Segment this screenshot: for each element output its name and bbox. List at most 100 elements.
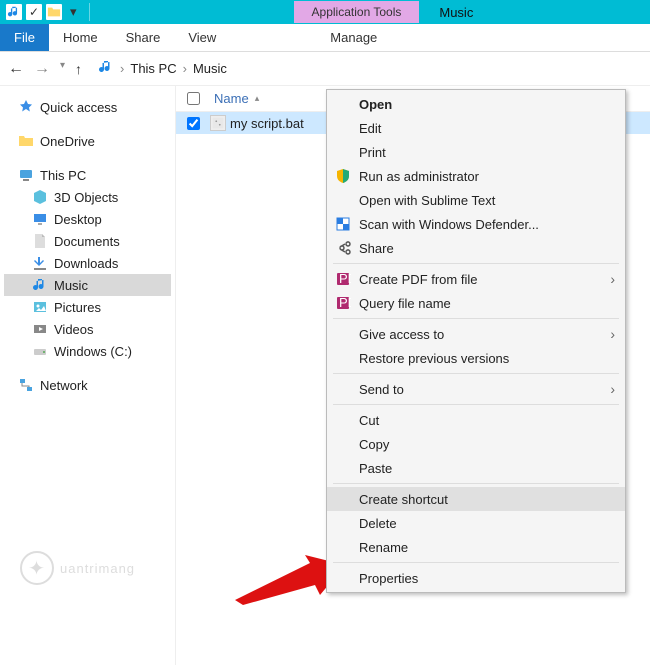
qat-dropdown-icon[interactable]: ▾ — [66, 4, 81, 20]
svg-text:PDF: PDF — [339, 271, 351, 286]
nav-arrows: ← → ▾ — [8, 60, 65, 78]
chevron-right-icon: › — [610, 326, 615, 342]
menu-query-file[interactable]: PDF Query file name — [327, 291, 625, 315]
menu-separator — [333, 404, 619, 405]
menu-separator — [333, 263, 619, 264]
tab-view[interactable]: View — [174, 24, 230, 51]
menu-properties[interactable]: Properties — [327, 566, 625, 590]
nav-videos[interactable]: Videos — [4, 318, 171, 340]
navigation-pane[interactable]: Quick access OneDrive This PC 3D Objects… — [0, 86, 175, 665]
breadcrumb[interactable]: › This PC › Music — [98, 59, 227, 78]
back-button[interactable]: ← — [8, 60, 24, 78]
bat-file-icon — [210, 115, 226, 131]
folder-icon — [18, 133, 34, 149]
chevron-right-icon: › — [610, 381, 615, 397]
network-icon — [18, 377, 34, 393]
computer-icon — [18, 167, 34, 183]
ribbon-tabs: File Home Share View Manage — [0, 24, 650, 52]
menu-open[interactable]: Open — [327, 92, 625, 116]
nav-pictures[interactable]: Pictures — [4, 296, 171, 318]
menu-cut[interactable]: Cut — [327, 408, 625, 432]
file-list-pane[interactable]: Name▴ # Title Contributing my script.bat… — [175, 86, 650, 665]
nav-label: Quick access — [40, 100, 117, 115]
nav-label: Videos — [54, 322, 94, 337]
menu-open-sublime[interactable]: Open with Sublime Text — [327, 188, 625, 212]
nav-label: 3D Objects — [54, 190, 118, 205]
up-button[interactable]: ↑ — [75, 61, 82, 77]
properties-icon[interactable]: ✓ — [26, 4, 42, 20]
context-tab-application-tools[interactable]: Application Tools — [294, 1, 420, 23]
nav-windows-c[interactable]: Windows (C:) — [4, 340, 171, 362]
download-icon — [32, 255, 48, 271]
tab-home[interactable]: Home — [49, 24, 112, 51]
menu-paste[interactable]: Paste — [327, 456, 625, 480]
tab-share[interactable]: Share — [112, 24, 175, 51]
drive-icon — [32, 343, 48, 359]
row-checkbox[interactable] — [176, 117, 210, 130]
nav-label: Music — [54, 278, 88, 293]
separator — [89, 3, 90, 21]
menu-edit[interactable]: Edit — [327, 116, 625, 140]
recent-dropdown-icon[interactable]: ▾ — [60, 60, 65, 78]
star-icon — [18, 99, 34, 115]
pictures-icon — [32, 299, 48, 315]
menu-rename[interactable]: Rename — [327, 535, 625, 559]
tab-file[interactable]: File — [0, 24, 49, 51]
menu-create-pdf[interactable]: PDF Create PDF from file › — [327, 267, 625, 291]
address-bar: ← → ▾ ↑ › This PC › Music — [0, 52, 650, 86]
defender-icon — [335, 216, 351, 232]
select-all-checkbox[interactable] — [176, 92, 210, 105]
chevron-right-icon: › — [610, 271, 615, 287]
menu-send-to[interactable]: Send to› — [327, 377, 625, 401]
forward-button: → — [34, 60, 50, 78]
chevron-right-icon[interactable]: › — [183, 61, 187, 76]
menu-print[interactable]: Print — [327, 140, 625, 164]
menu-copy[interactable]: Copy — [327, 432, 625, 456]
pdf-icon: PDF — [335, 295, 351, 311]
menu-separator — [333, 483, 619, 484]
window-title: Music — [419, 5, 473, 20]
document-icon — [32, 233, 48, 249]
breadcrumb-this-pc[interactable]: This PC — [130, 61, 176, 76]
nav-network[interactable]: Network — [4, 374, 171, 396]
videos-icon — [32, 321, 48, 337]
nav-quick-access[interactable]: Quick access — [4, 96, 171, 118]
new-folder-icon[interactable] — [46, 4, 62, 20]
file-name: my script.bat — [230, 116, 304, 131]
menu-scan-defender[interactable]: Scan with Windows Defender... — [327, 212, 625, 236]
tab-manage[interactable]: Manage — [316, 24, 391, 51]
menu-restore-previous[interactable]: Restore previous versions — [327, 346, 625, 370]
menu-separator — [333, 562, 619, 563]
content-area: Quick access OneDrive This PC 3D Objects… — [0, 86, 650, 665]
desktop-icon — [32, 211, 48, 227]
menu-create-shortcut[interactable]: Create shortcut — [327, 487, 625, 511]
quick-access-toolbar: ✓ ▾ — [0, 3, 94, 21]
nav-onedrive[interactable]: OneDrive — [4, 130, 171, 152]
menu-share[interactable]: Share — [327, 236, 625, 260]
nav-documents[interactable]: Documents — [4, 230, 171, 252]
music-icon[interactable] — [6, 4, 22, 20]
nav-3d-objects[interactable]: 3D Objects — [4, 186, 171, 208]
svg-text:PDF: PDF — [339, 295, 351, 310]
music-icon — [32, 277, 48, 293]
shield-icon — [335, 168, 351, 184]
nav-label: Desktop — [54, 212, 102, 227]
nav-this-pc[interactable]: This PC — [4, 164, 171, 186]
share-icon — [335, 240, 351, 256]
menu-separator — [333, 373, 619, 374]
menu-give-access[interactable]: Give access to› — [327, 322, 625, 346]
pdf-icon: PDF — [335, 271, 351, 287]
nav-downloads[interactable]: Downloads — [4, 252, 171, 274]
menu-run-admin[interactable]: Run as administrator — [327, 164, 625, 188]
menu-delete[interactable]: Delete — [327, 511, 625, 535]
chevron-right-icon[interactable]: › — [120, 61, 124, 76]
sort-asc-icon: ▴ — [255, 93, 260, 104]
nav-music[interactable]: Music — [4, 274, 171, 296]
breadcrumb-music[interactable]: Music — [193, 61, 227, 76]
nav-desktop[interactable]: Desktop — [4, 208, 171, 230]
nav-label: Pictures — [54, 300, 101, 315]
context-menu: Open Edit Print Run as administrator Ope… — [326, 89, 626, 593]
nav-label: Windows (C:) — [54, 344, 132, 359]
nav-label: Documents — [54, 234, 120, 249]
nav-label: Network — [40, 378, 88, 393]
